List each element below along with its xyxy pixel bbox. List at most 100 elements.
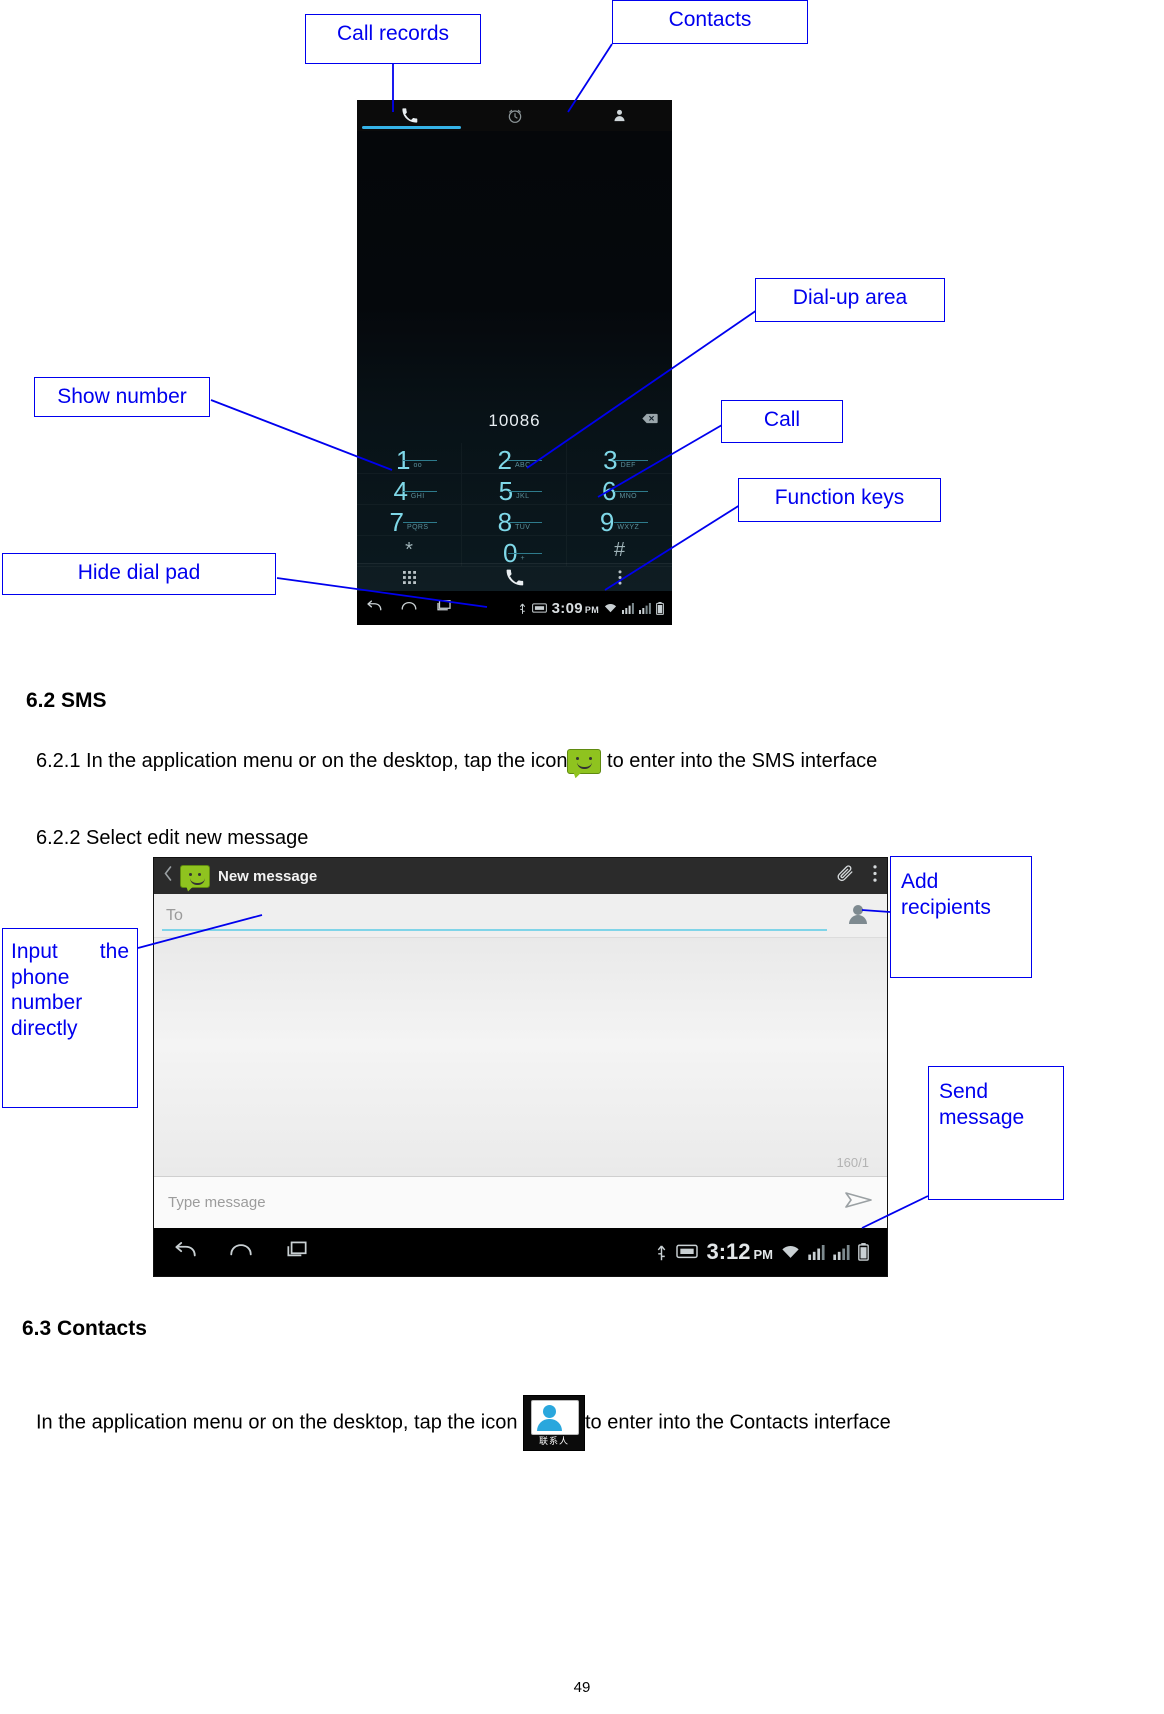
callout-label: Contacts <box>668 8 752 31</box>
page-number: 49 <box>573 1679 591 1696</box>
paperclip-icon <box>837 865 853 882</box>
dialer-function-keys-row <box>357 563 672 591</box>
dial-pad[interactable]: 1 oo 2 ABC 3 DEF 4 GHI 5 JKL 6 MNO 7 PQR… <box>357 443 672 566</box>
callout-function-keys: Function keys <box>738 478 941 522</box>
overflow-menu-icon <box>618 570 621 585</box>
recents-button[interactable] <box>435 599 453 618</box>
hide-dialpad-button[interactable] <box>357 571 462 584</box>
status-icons: 3:09 PM <box>518 600 664 617</box>
key-letters: WXYZ <box>617 524 640 531</box>
character-counter: 160/1 <box>836 1155 869 1170</box>
overflow-menu-button[interactable] <box>873 865 877 887</box>
paragraph-text-tail: to enter into the Contacts interface <box>585 1411 891 1434</box>
clock-ampm: PM <box>753 1247 774 1262</box>
home-button[interactable] <box>400 599 418 618</box>
phone-icon <box>402 108 418 123</box>
to-field-underline <box>162 929 827 931</box>
home-button[interactable] <box>228 1240 254 1265</box>
callout-call-records: Call records <box>305 14 481 64</box>
person-icon <box>614 109 625 122</box>
callout-contacts: Contacts <box>612 0 808 44</box>
tab-call-log[interactable] <box>462 100 567 131</box>
back-icon <box>367 599 382 610</box>
callout-send-message: Send message <box>928 1066 1064 1200</box>
usb-icon <box>519 603 525 614</box>
tab-contacts[interactable] <box>567 100 672 131</box>
callout-dial-up-area: Dial-up area <box>755 278 945 322</box>
key-8[interactable]: 8 TUV <box>462 505 567 536</box>
manual-page: Call records Contacts Dial-up area Show … <box>0 0 1164 1714</box>
clock-ampm: PM <box>584 604 599 615</box>
smiley-eye-right <box>589 757 593 761</box>
clock-time: 3:12 <box>706 1239 751 1264</box>
overflow-menu-button[interactable] <box>567 570 672 585</box>
nav-buttons <box>172 1240 310 1265</box>
send-message-button[interactable] <box>845 1190 873 1215</box>
sim-icon <box>676 1244 699 1259</box>
wifi-icon <box>604 603 617 612</box>
paragraph-6-3: In the application menu or on the deskto… <box>36 1395 1031 1451</box>
callout-label: Input the phone number directly <box>11 940 129 1040</box>
key-3[interactable]: 3 DEF <box>567 443 672 474</box>
key-underline <box>613 522 648 523</box>
add-recipients-button[interactable] <box>847 903 873 930</box>
callout-label: Send message <box>939 1080 1025 1129</box>
sms-navigation-bar: 3:12 PM <box>154 1228 887 1276</box>
key-5[interactable]: 5 JKL <box>462 474 567 505</box>
attach-button[interactable] <box>836 864 855 888</box>
keypad-icon <box>403 571 416 584</box>
recipient-row[interactable]: To <box>154 894 887 937</box>
usb-icon <box>658 1245 666 1260</box>
key-6[interactable]: 6 MNO <box>567 474 672 505</box>
callout-label: Call <box>763 408 801 431</box>
send-arrow-icon <box>845 1192 872 1208</box>
smiley-eye-right <box>198 872 201 876</box>
key-digit: * <box>405 539 413 561</box>
call-button[interactable] <box>462 568 567 587</box>
callout-input-phone-number: Input the phone number directly <box>2 928 138 1108</box>
status-clock: 3:12 PM <box>706 1239 773 1265</box>
key-7[interactable]: 7 PQRS <box>357 505 462 536</box>
key-letters: oo <box>413 462 423 469</box>
key-1[interactable]: 1 oo <box>357 443 462 474</box>
key-2[interactable]: 2 ABC <box>462 443 567 474</box>
dialer-tab-bar <box>357 100 672 131</box>
key-letters: ABC <box>514 462 531 469</box>
recents-icon <box>437 599 451 610</box>
chevron-left-icon <box>164 866 172 881</box>
paragraph-text: 6.2.1 In the application menu or on the … <box>36 750 568 772</box>
callout-hide-dial-pad: Hide dial pad <box>2 553 276 595</box>
back-icon <box>175 1241 196 1256</box>
key-underline <box>403 460 437 461</box>
contacts-app-icon: 联系人 <box>523 1395 585 1451</box>
dialer-body: 10086 1 oo 2 ABC 3 DEF 4 GHI 5 JKL 6 MNO… <box>357 131 672 591</box>
battery-icon <box>858 1243 869 1261</box>
dialed-number-display[interactable]: 10086 <box>357 407 672 435</box>
heading-6-3-contacts: 6.3 Contacts <box>22 1317 147 1341</box>
sms-title-bar: New message <box>154 858 887 894</box>
key-digit: # <box>613 539 626 561</box>
signal-2-icon <box>833 1244 850 1260</box>
overflow-menu-icon <box>873 865 877 882</box>
status-clock: 3:09 PM <box>552 600 599 617</box>
add-contact-icon <box>849 905 867 924</box>
key-underline <box>613 460 648 461</box>
key-letters: + <box>520 555 525 562</box>
key-9[interactable]: 9 WXYZ <box>567 505 672 536</box>
back-button[interactable] <box>365 599 383 618</box>
key-underline <box>613 491 648 492</box>
back-button[interactable] <box>172 1240 198 1265</box>
key-digit: 7 <box>389 507 404 537</box>
dialed-number: 10086 <box>488 411 541 430</box>
key-4[interactable]: 4 GHI <box>357 474 462 505</box>
message-compose-row[interactable]: Type message <box>154 1176 887 1228</box>
signal-icon <box>622 602 634 614</box>
backspace-button[interactable] <box>642 411 658 429</box>
sms-back-chevron[interactable] <box>164 866 172 886</box>
type-message-placeholder: Type message <box>168 1194 266 1211</box>
backspace-icon <box>642 413 658 424</box>
key-letters: JKL <box>516 493 530 500</box>
key-underline <box>508 491 542 492</box>
recents-button[interactable] <box>284 1240 310 1265</box>
active-tab-indicator <box>362 126 461 129</box>
